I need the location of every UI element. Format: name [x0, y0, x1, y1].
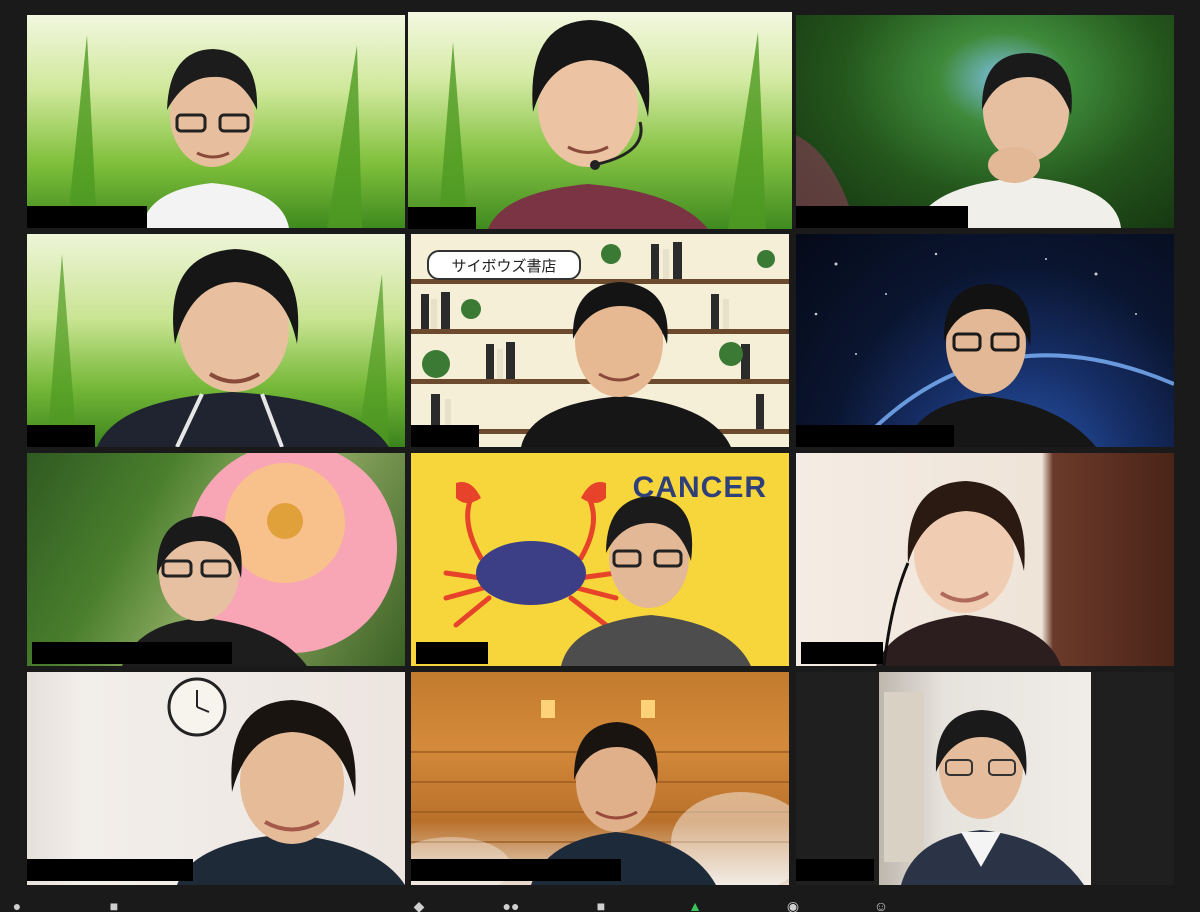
cancer-background-text: CANCER — [632, 471, 767, 504]
store-sign-text: サイボウズ書店 — [451, 257, 557, 275]
participant-video — [884, 692, 1084, 885]
redacted-name-label — [411, 425, 479, 447]
security-icon[interactable]: ◆ — [408, 900, 430, 912]
redacted-name-label — [408, 207, 476, 229]
chat-icon[interactable]: ■ — [590, 900, 612, 912]
meeting-toolbar: ● ■ ◆ ●● ■ ▲ ◉ ☺ — [0, 886, 1200, 912]
meeting-window: サイボウズ書店 CANCER ● ■ ◆ ●● ■ ▲ ◉ ☺ — [0, 0, 1200, 912]
participant-video — [411, 700, 789, 885]
participant-video — [796, 53, 1121, 228]
participant-video — [47, 249, 389, 447]
redacted-name-label — [27, 859, 193, 881]
redacted-name-label — [27, 425, 95, 447]
video-icon[interactable]: ■ — [103, 900, 125, 912]
video-tile-12[interactable] — [796, 672, 1174, 885]
participant-video — [122, 453, 397, 666]
redacted-name-label — [796, 425, 954, 447]
participant-video — [814, 252, 1174, 447]
mute-icon[interactable]: ● — [6, 900, 28, 912]
video-tile-7[interactable] — [27, 453, 405, 666]
video-tile-2-active-speaker[interactable] — [408, 12, 792, 229]
video-tile-9[interactable] — [796, 453, 1174, 666]
reactions-icon[interactable]: ☺ — [870, 900, 892, 912]
video-tile-10[interactable] — [27, 672, 405, 885]
store-sign: サイボウズ書店 — [427, 250, 581, 280]
redacted-name-label — [27, 206, 147, 228]
participant-video — [438, 20, 766, 229]
redacted-name-label — [32, 642, 232, 664]
video-tile-4[interactable] — [27, 234, 405, 447]
redacted-name-label — [411, 859, 621, 881]
redacted-name-label — [796, 859, 874, 881]
video-tile-3[interactable] — [796, 15, 1174, 228]
record-icon[interactable]: ◉ — [782, 900, 804, 912]
video-tile-8[interactable]: CANCER — [411, 453, 789, 666]
redacted-name-label — [801, 642, 883, 664]
participant-video — [876, 481, 1061, 666]
share-screen-icon[interactable]: ▲ — [684, 900, 706, 912]
participant-video — [167, 677, 405, 885]
participant-video — [67, 35, 362, 228]
video-tile-5[interactable]: サイボウズ書店 — [411, 234, 789, 447]
sauna-light-icon — [541, 700, 555, 718]
video-tile-1[interactable] — [27, 15, 405, 228]
participants-icon[interactable]: ●● — [500, 900, 522, 912]
sauna-light-icon — [641, 700, 655, 718]
video-tile-11[interactable] — [411, 672, 789, 885]
video-tile-6[interactable] — [796, 234, 1174, 447]
redacted-name-label — [796, 206, 968, 228]
redacted-name-label — [416, 642, 488, 664]
